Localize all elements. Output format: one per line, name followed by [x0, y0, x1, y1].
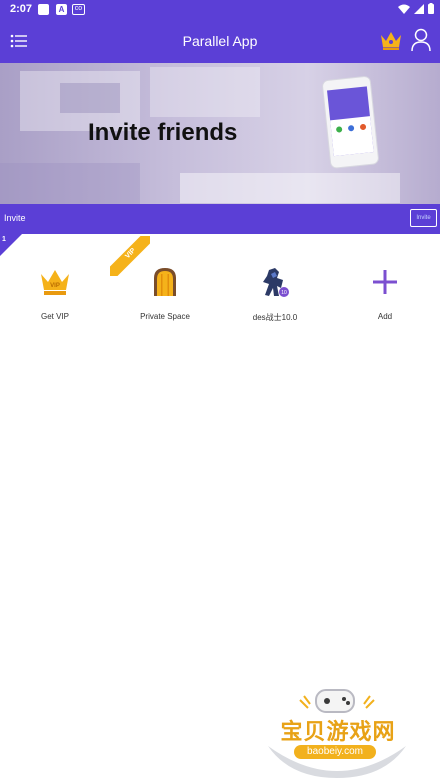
wifi-icon	[398, 4, 410, 14]
app-label: Add	[377, 312, 393, 321]
plus-icon	[373, 270, 397, 294]
app-tile-game[interactable]: 10 des战士10.0	[220, 258, 330, 328]
app-count: 1	[2, 236, 6, 243]
banner-headline: Invite friends	[88, 119, 238, 146]
crown-icon[interactable]	[379, 29, 403, 51]
invite-strip: Invite	[0, 204, 440, 234]
status-time: 2:07	[10, 3, 33, 15]
watermark-brand: 宝贝游戏网	[280, 720, 396, 745]
status-bar: 2:07 A co	[0, 0, 440, 19]
vip-ribbon-text: VIP	[110, 236, 150, 276]
battery-icon	[428, 3, 434, 14]
notification-a-icon: A	[56, 4, 67, 15]
vip-ribbon: VIP	[110, 236, 150, 276]
app-bar: Parallel App	[0, 19, 440, 63]
crown-vip-icon: VIP	[41, 270, 69, 295]
invite-button[interactable]: Invite	[410, 209, 437, 227]
app-title: Parallel App	[182, 33, 258, 49]
app-label: des战士10.0	[252, 313, 298, 322]
private-space-icon	[154, 268, 176, 296]
signal-icon	[414, 3, 424, 14]
invite-label: Invite	[4, 213, 26, 223]
invite-banner[interactable]: Invite friends	[0, 63, 440, 204]
app-label: Private Space	[140, 312, 190, 321]
status-right-icons	[398, 3, 434, 14]
svg-text:VIP: VIP	[50, 283, 60, 289]
app-tile-add[interactable]: Add	[330, 258, 440, 328]
robot-game-icon: 10	[263, 268, 289, 297]
watermark-url: baobeiy.com	[294, 745, 376, 759]
cast-icon: co	[72, 4, 85, 15]
app-label: Get VIP	[40, 312, 69, 321]
notification-square-icon	[38, 4, 49, 15]
user-profile-icon[interactable]	[410, 28, 432, 52]
app-tile-get-vip[interactable]: VIP Get VIP	[0, 258, 110, 328]
svg-text:10: 10	[281, 290, 287, 296]
